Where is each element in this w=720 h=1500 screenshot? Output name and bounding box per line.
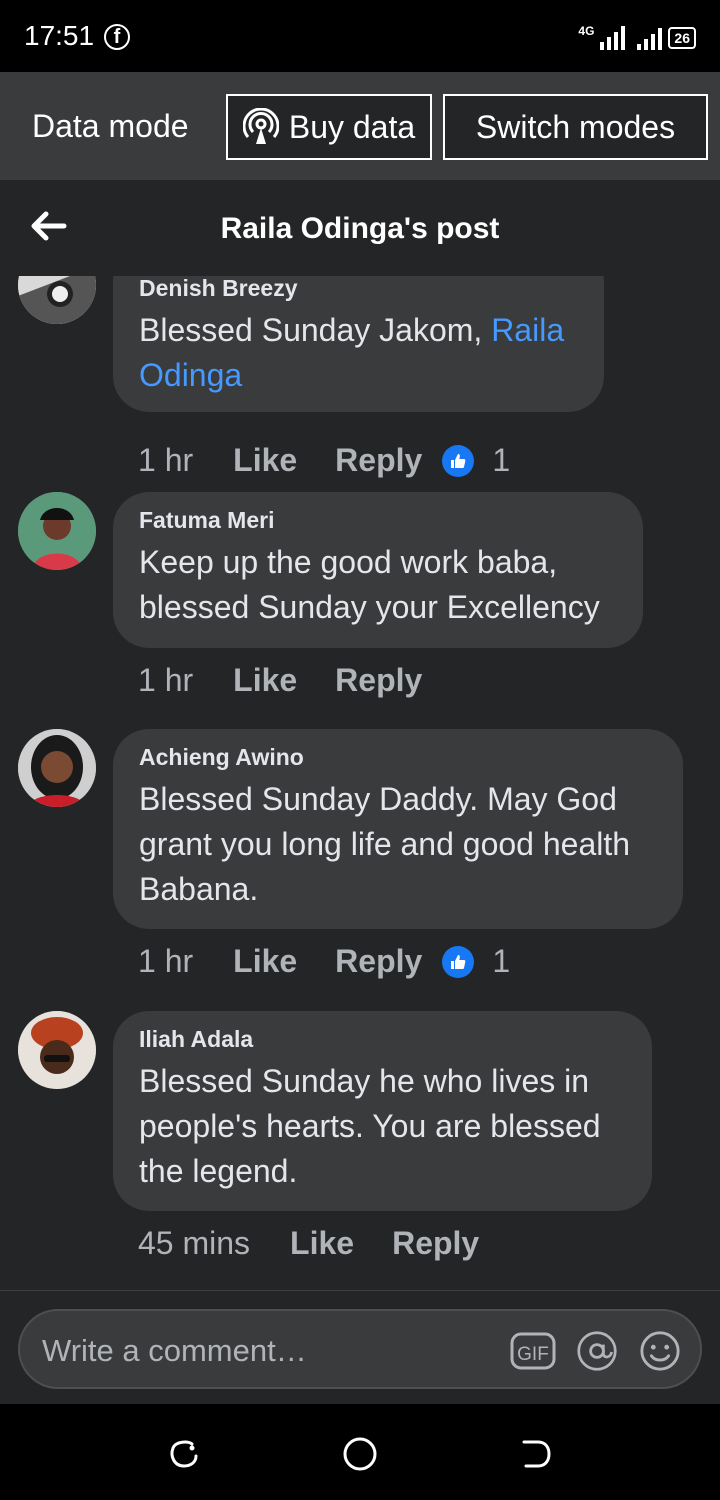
recents-icon[interactable]: [166, 1436, 202, 1472]
reply-button[interactable]: Reply: [335, 943, 422, 980]
comment-text: Keep up the good work baba, blessed Sund…: [139, 544, 600, 625]
status-bar: 17:51 f 4G 26: [0, 0, 720, 72]
broadcast-icon: [242, 108, 279, 144]
signal-icon: [600, 26, 626, 50]
comment-actions: 1 hr Like Reply 1: [138, 943, 510, 980]
like-button[interactable]: Like: [233, 943, 297, 980]
data-mode-label: Data mode: [32, 108, 189, 144]
reply-button[interactable]: Reply: [335, 662, 422, 699]
comment-text: Blessed Sunday he who lives in people's …: [139, 1063, 601, 1189]
comment-actions: 1 hr Like Reply: [138, 662, 442, 699]
signal-icon: [637, 26, 663, 50]
comment-bubble[interactable]: Fatuma Meri Keep up the good work baba, …: [113, 492, 643, 648]
like-button[interactable]: Like: [233, 662, 297, 699]
reply-button[interactable]: Reply: [335, 442, 422, 479]
comment-time: 45 mins: [138, 1225, 251, 1261]
comment-bubble[interactable]: Iliah Adala Blessed Sunday he who lives …: [113, 1011, 652, 1211]
comment-time: 1 hr: [138, 662, 194, 698]
gif-label: GIF: [517, 1344, 549, 1365]
back-nav-icon[interactable]: [518, 1436, 554, 1472]
avatar[interactable]: [18, 276, 96, 324]
comment-composer: Write a comment… GIF: [0, 1290, 720, 1404]
comment-time: 1 hr: [138, 442, 194, 478]
signal-area: 4G 26: [578, 20, 696, 50]
like-button[interactable]: Like: [233, 442, 297, 479]
reaction-count[interactable]: 1: [492, 943, 510, 980]
post-header: Raila Odinga's post: [0, 180, 720, 276]
status-time: 17:51: [24, 20, 95, 51]
comment-text-body: Blessed Sunday Jakom,: [139, 312, 492, 348]
comment-actions: 1 hr Like Reply 1: [138, 442, 510, 479]
like-reaction-icon[interactable]: [442, 945, 475, 978]
avatar[interactable]: [18, 1011, 96, 1089]
gif-icon[interactable]: GIF: [510, 1330, 556, 1372]
comment-bubble[interactable]: Denish Breezy Blessed Sunday Jakom, Rail…: [113, 276, 604, 412]
comment-text: Blessed Sunday Daddy. May God grant you …: [139, 781, 631, 907]
comment-author[interactable]: Fatuma Meri: [139, 506, 617, 534]
comment-author[interactable]: Denish Breezy: [139, 276, 578, 302]
comment-author[interactable]: Iliah Adala: [139, 1025, 626, 1053]
like-reaction-icon[interactable]: [442, 444, 475, 477]
facebook-icon: f: [104, 24, 130, 50]
home-icon[interactable]: [342, 1436, 378, 1472]
data-mode-bar: Data mode Buy data Switch modes: [0, 72, 720, 180]
comment-placeholder: Write a comment…: [42, 1333, 307, 1368]
comment-author[interactable]: Achieng Awino: [139, 743, 657, 771]
like-button[interactable]: Like: [290, 1225, 354, 1262]
comment-time: 1 hr: [138, 943, 194, 979]
comment-actions: 45 mins Like Reply: [138, 1225, 499, 1262]
network-type: 4G: [578, 24, 595, 38]
avatar[interactable]: [18, 729, 96, 807]
comments-list: Denish Breezy Blessed Sunday Jakom, Rail…: [0, 276, 720, 1290]
comment-input[interactable]: Write a comment… GIF: [18, 1309, 702, 1389]
comment-bubble[interactable]: Achieng Awino Blessed Sunday Daddy. May …: [113, 729, 683, 929]
buy-data-button[interactable]: Buy data: [226, 94, 432, 160]
buy-data-label: Buy data: [288, 108, 416, 145]
system-nav-bar: [0, 1404, 720, 1500]
comment-text: Blessed Sunday Jakom, Raila Odinga: [139, 308, 578, 398]
avatar[interactable]: [18, 492, 96, 570]
at-mention-icon[interactable]: [574, 1330, 620, 1372]
switch-modes-button[interactable]: Switch modes: [443, 94, 708, 160]
emoji-icon[interactable]: [638, 1330, 682, 1372]
reply-button[interactable]: Reply: [392, 1225, 479, 1262]
reaction-count[interactable]: 1: [492, 442, 510, 479]
battery-icon: 26: [668, 27, 696, 49]
switch-modes-label: Switch modes: [475, 108, 676, 145]
page-title: Raila Odinga's post: [220, 212, 500, 245]
